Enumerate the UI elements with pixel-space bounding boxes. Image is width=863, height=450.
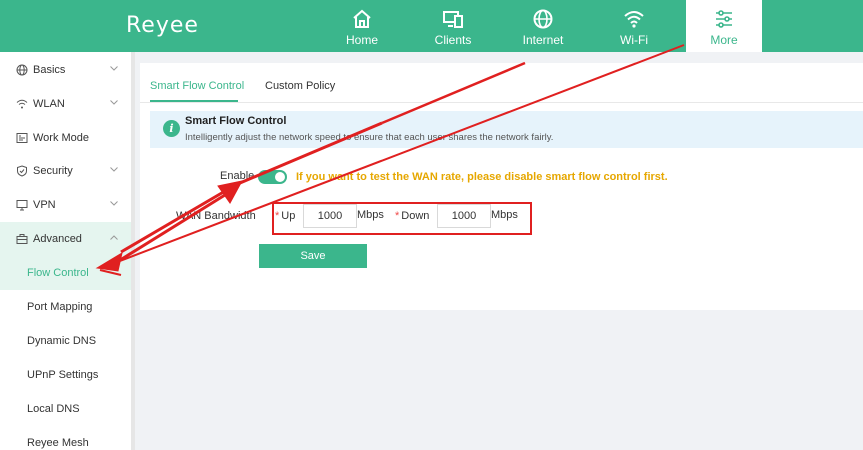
nav-home-label: Home bbox=[345, 33, 378, 47]
sidebar-scrollbar[interactable] bbox=[131, 52, 135, 450]
info-description: Intelligently adjust the network speed t… bbox=[185, 132, 554, 143]
nav-internet-label: Internet bbox=[522, 33, 564, 47]
sidebar-subitem-label: Local DNS bbox=[27, 403, 80, 415]
sidebar-subitem-label: Dynamic DNS bbox=[27, 335, 97, 347]
sliders-icon bbox=[716, 10, 732, 28]
nav-clients-label: Clients bbox=[434, 33, 472, 47]
sidebar-item-security[interactable]: Security bbox=[0, 154, 131, 188]
nav-clients[interactable]: Clients bbox=[415, 0, 491, 52]
sidebar-subitem-local-dns[interactable]: Local DNS bbox=[0, 392, 131, 426]
clients-icon bbox=[443, 11, 463, 28]
nav-wifi[interactable]: Wi-Fi bbox=[596, 0, 672, 52]
active-tab-indicator bbox=[150, 100, 238, 102]
monitor-icon bbox=[16, 200, 28, 211]
info-banner: i Smart Flow Control Intelligently adjus… bbox=[150, 111, 863, 148]
chevron-down-icon bbox=[110, 66, 118, 71]
sidebar-subitem-label: UPnP Settings bbox=[27, 369, 99, 381]
sidebar: Basics WLAN Work Mode Security VPN Advan… bbox=[0, 52, 131, 450]
sidebar-item-label: Security bbox=[33, 165, 73, 177]
nav-home[interactable]: Home bbox=[324, 0, 400, 52]
wifi-icon bbox=[624, 11, 644, 28]
enable-toggle[interactable] bbox=[258, 170, 287, 184]
content-card: Smart Flow Control Custom Policy i Smart… bbox=[140, 63, 863, 310]
top-navigation-bar: Reyee Home Clients Internet Wi-Fi More bbox=[0, 0, 863, 52]
home-icon bbox=[353, 9, 371, 28]
annotation-highlight-box bbox=[272, 202, 532, 235]
save-button[interactable]: Save bbox=[259, 244, 367, 268]
wan-bandwidth-label: WAN Bandwidth bbox=[176, 210, 256, 222]
sidebar-subitem-reyee-mesh[interactable]: Reyee Mesh bbox=[0, 426, 131, 450]
tab-divider bbox=[140, 102, 863, 103]
wifi-icon bbox=[16, 99, 28, 109]
reyee-logo: Reyee bbox=[126, 13, 199, 38]
tab-smart-flow-control[interactable]: Smart Flow Control bbox=[150, 80, 244, 92]
info-icon: i bbox=[163, 120, 180, 137]
workmode-icon bbox=[16, 133, 28, 143]
sidebar-item-label: Advanced bbox=[33, 233, 82, 245]
sidebar-subitem-flow-control[interactable]: Flow Control bbox=[0, 256, 131, 290]
chevron-down-icon bbox=[110, 100, 118, 105]
globe-icon bbox=[533, 9, 553, 29]
sidebar-subitem-upnp-settings[interactable]: UPnP Settings bbox=[0, 358, 131, 392]
sidebar-subitem-label: Flow Control bbox=[27, 267, 89, 279]
toggle-knob bbox=[275, 172, 285, 182]
nav-more[interactable]: More bbox=[686, 0, 762, 52]
sidebar-item-advanced[interactable]: Advanced bbox=[0, 222, 131, 256]
sidebar-item-label: Work Mode bbox=[33, 132, 90, 144]
globe-icon bbox=[16, 64, 28, 76]
sidebar-subitem-label: Reyee Mesh bbox=[27, 437, 89, 449]
info-title: Smart Flow Control bbox=[185, 115, 287, 127]
nav-more-label: More bbox=[710, 33, 738, 47]
sidebar-item-label: WLAN bbox=[33, 98, 65, 110]
sidebar-subitem-dynamic-dns[interactable]: Dynamic DNS bbox=[0, 324, 131, 358]
sidebar-item-label: Basics bbox=[33, 64, 66, 76]
sidebar-subitem-label: Port Mapping bbox=[27, 301, 93, 313]
nav-internet[interactable]: Internet bbox=[505, 0, 581, 52]
sidebar-item-work-mode[interactable]: Work Mode bbox=[0, 121, 131, 155]
shield-icon bbox=[17, 165, 27, 177]
warning-text: If you want to test the WAN rate, please… bbox=[296, 171, 668, 183]
sidebar-subitem-port-mapping[interactable]: Port Mapping bbox=[0, 290, 131, 324]
enable-label: Enable bbox=[220, 170, 255, 182]
chevron-up-icon bbox=[110, 235, 118, 240]
sidebar-item-label: VPN bbox=[33, 199, 56, 211]
briefcase-icon bbox=[16, 234, 28, 244]
nav-wifi-label: Wi-Fi bbox=[620, 33, 648, 47]
sidebar-item-vpn[interactable]: VPN bbox=[0, 188, 131, 222]
tab-custom-policy[interactable]: Custom Policy bbox=[265, 80, 335, 92]
sidebar-item-wlan[interactable]: WLAN bbox=[0, 87, 131, 121]
sidebar-item-basics[interactable]: Basics bbox=[0, 53, 131, 87]
chevron-down-icon bbox=[110, 201, 118, 206]
chevron-down-icon bbox=[110, 167, 118, 172]
